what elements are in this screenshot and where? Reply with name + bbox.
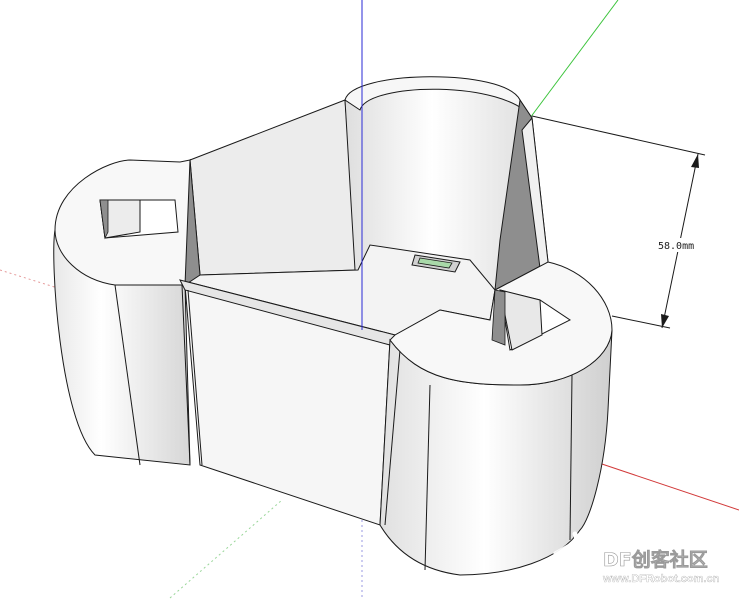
- watermark: DF创客社区 www.DFRobot.com.cn: [553, 531, 720, 587]
- watermark-url: www.DFRobot.com.cn: [602, 573, 720, 585]
- back-wall-left: [189, 99, 359, 276]
- model-canvas[interactable]: 58.0mm DF创客社区 www.DFRobot.com.cn: [0, 0, 739, 600]
- dimension-label: 58.0mm: [658, 241, 694, 252]
- red-axis: [589, 459, 739, 511]
- sketchup-viewport[interactable]: 58.0mm DF创客社区 www.DFRobot.com.cn: [0, 0, 739, 600]
- dimension-extension-top: [531, 115, 706, 156]
- dimension-arrow-bottom: [661, 314, 669, 328]
- left-lobe[interactable]: [53, 159, 191, 466]
- green-axis: [529, 0, 619, 119]
- green-axis-dotted: [169, 499, 283, 599]
- dimension-arrow-top: [691, 154, 699, 168]
- watermark-brand: DF创客社区: [603, 548, 708, 571]
